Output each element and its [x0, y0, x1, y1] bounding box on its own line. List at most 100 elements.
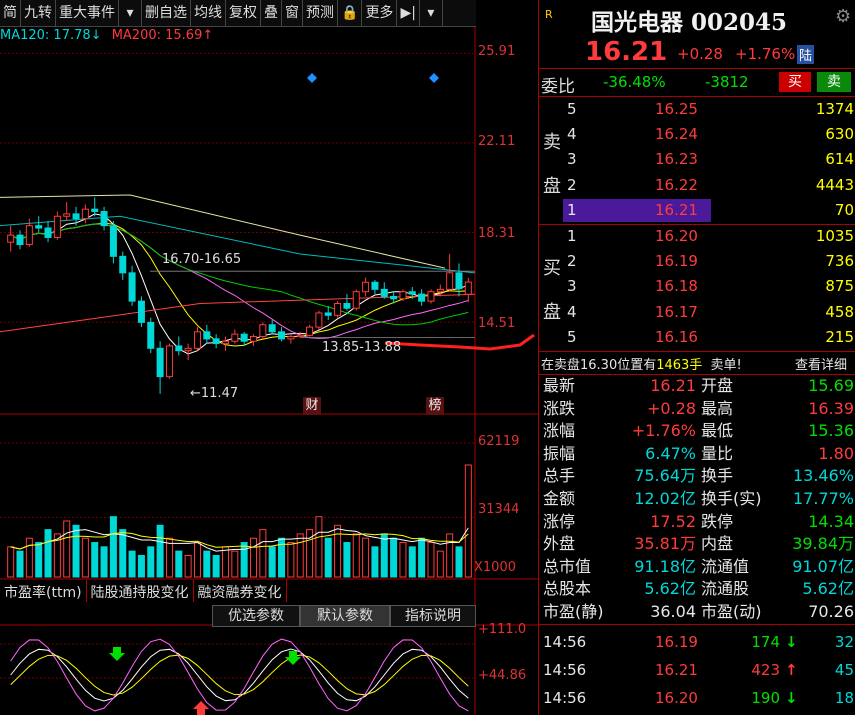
candle-body [259, 324, 267, 338]
tab-pe-ttm[interactable]: 市盈率(ttm) [0, 580, 87, 602]
toolbar-item-4[interactable]: 删自选 [142, 0, 191, 26]
tab-hk-connect-holdings[interactable]: 陆股通持股变化 [87, 580, 194, 602]
toolbar-item-2[interactable]: 重大事件 [56, 0, 119, 26]
bid-volume: 1035 [815, 227, 854, 245]
stat-value: 16.21 [650, 376, 696, 395]
candle-body [390, 295, 398, 300]
bid-volume: 215 [825, 327, 854, 346]
stat-label: 涨停 [543, 511, 576, 531]
toolbar-item-1[interactable]: 九转 [21, 0, 56, 26]
toolbar-item-10[interactable]: 🔒 [338, 0, 363, 26]
stat-label: 开盘 [701, 376, 734, 395]
volume-axis-label-2: 31344 [478, 502, 520, 517]
view-detail-link[interactable]: 查看详细 [795, 354, 847, 373]
volume-bar [203, 550, 211, 578]
ask-row[interactable]: 1 16.21 70 [539, 198, 855, 223]
bid-price: 16.18 [655, 277, 698, 296]
candle-body [128, 272, 136, 302]
stat-row: 总手 75.64万 换手 13.46% [539, 465, 855, 490]
volume-bar [371, 546, 379, 578]
toolbar-item-6[interactable]: 复权 [226, 0, 261, 26]
stat-value: 91.07亿 [792, 556, 854, 576]
stat-label: 最低 [701, 421, 734, 441]
ranking-marker[interactable]: 榜 [426, 397, 444, 415]
toolbar-item-11[interactable]: 更多 [362, 0, 398, 26]
indicator-d-line [10, 654, 469, 696]
stat-label: 涨幅 [543, 421, 576, 441]
hk-connect-badge: 陆 [797, 45, 815, 64]
ask-row[interactable]: 3 16.23 614 [539, 147, 855, 172]
bid-row[interactable]: 5 16.16 215 [539, 325, 855, 350]
candle-body [464, 281, 472, 295]
toolbar-item-13[interactable]: ▾ [420, 0, 443, 26]
tick-price: 16.21 [655, 661, 698, 679]
settings-gear-icon[interactable]: ⚙ [835, 6, 851, 27]
candle-body [427, 291, 435, 302]
volume-unit-label: X1000 [474, 560, 516, 575]
candle-body [91, 208, 99, 213]
volume-bar [250, 537, 258, 578]
toolbar-item-7[interactable]: 叠 [261, 0, 282, 26]
candle-body [399, 291, 407, 300]
tab-default-params[interactable]: 默认参数 [300, 605, 390, 627]
toolbar-item-0[interactable]: 简 [0, 0, 21, 26]
tab-indicator-help[interactable]: 指标说明 [390, 605, 476, 627]
candle-body [343, 303, 351, 309]
bid-row[interactable]: 4 16.17 458 [539, 300, 855, 325]
toolbar-item-5[interactable]: 均线 [191, 0, 226, 26]
tab-margin-trading[interactable]: 融资融券变化 [194, 580, 287, 602]
notice-qty: 1463手 [656, 358, 703, 373]
stat-value: 39.84万 [792, 534, 854, 554]
stat-row: 市盈(静) 36.04 市盈(动) 70.26 [539, 601, 855, 626]
toolbar-item-3[interactable]: ▾ [119, 0, 142, 26]
stat-row: 总市值 91.18亿 流通值 91.07亿 [539, 556, 855, 581]
bid-volume: 875 [825, 277, 854, 296]
price-axis-label-4: 14.51 [478, 316, 516, 331]
candle-body [137, 300, 145, 323]
ma120-legend: MA120: 17.78↓ [0, 28, 102, 43]
volume-bar [343, 542, 351, 578]
stat-value: +0.28 [646, 398, 696, 418]
candle-body [184, 347, 192, 352]
toolbar-item-8[interactable]: 窗 [282, 0, 303, 26]
bid-level: 1 [567, 227, 577, 245]
tick-count: 45 [834, 661, 854, 679]
tick-count: 32 [834, 633, 854, 651]
volume-bar [25, 537, 33, 578]
toolbar-item-12[interactable]: ▶| [397, 0, 420, 26]
bid-row[interactable]: 3 16.18 875 [539, 274, 855, 299]
ask-row[interactable]: 4 16.24 630 [539, 122, 855, 147]
bid-row[interactable]: 1 16.20 1035 [539, 224, 855, 249]
stat-label: 振幅 [543, 443, 576, 463]
stat-value: 1.80 [818, 443, 854, 463]
stat-value: 14.34 [808, 511, 854, 531]
tick-time: 14:56 [543, 661, 587, 679]
buy-signal-arrow-icon [109, 647, 125, 661]
tab-optimal-params[interactable]: 优选参数 [212, 605, 300, 627]
ma200-legend: MA200: 15.69↑ [111, 28, 214, 43]
volume-bar [128, 550, 136, 578]
arrow-up-icon: ↑ [785, 661, 798, 679]
price-change-pct: +1.76% [735, 45, 796, 63]
candle-body [362, 281, 370, 293]
tick-price: 16.20 [655, 689, 698, 707]
tick-row: 14:56 16.21 423 ↑ 45 [539, 658, 855, 683]
bid-row[interactable]: 2 16.19 736 [539, 249, 855, 274]
ask-price: 16.24 [655, 125, 698, 144]
tick-row: 14:56 16.19 174 ↓ 32 [539, 630, 855, 655]
indicator-tabs: 市盈率(ttm) 陆股通持股变化 融资融券变化 [0, 580, 330, 602]
price-change: +0.28 [677, 45, 723, 63]
candle-body [446, 272, 454, 290]
volume-bar [119, 529, 127, 578]
tick-row: 14:56 16.20 190 ↓ 18 [539, 686, 855, 711]
bid-price: 16.19 [655, 252, 698, 271]
volume-bar [436, 550, 444, 578]
ask-row[interactable]: 2 16.22 4443 [539, 173, 855, 198]
buy-button[interactable]: 买 [779, 72, 811, 92]
stat-row: 涨幅 +1.76% 最低 15.36 [539, 420, 855, 445]
candle-body [352, 291, 360, 309]
sell-button[interactable]: 卖 [817, 72, 851, 92]
toolbar-item-9[interactable]: 预测 [303, 0, 338, 26]
financial-report-marker[interactable]: 财 [303, 397, 321, 415]
ask-row[interactable]: 5 16.25 1374 [539, 97, 855, 122]
